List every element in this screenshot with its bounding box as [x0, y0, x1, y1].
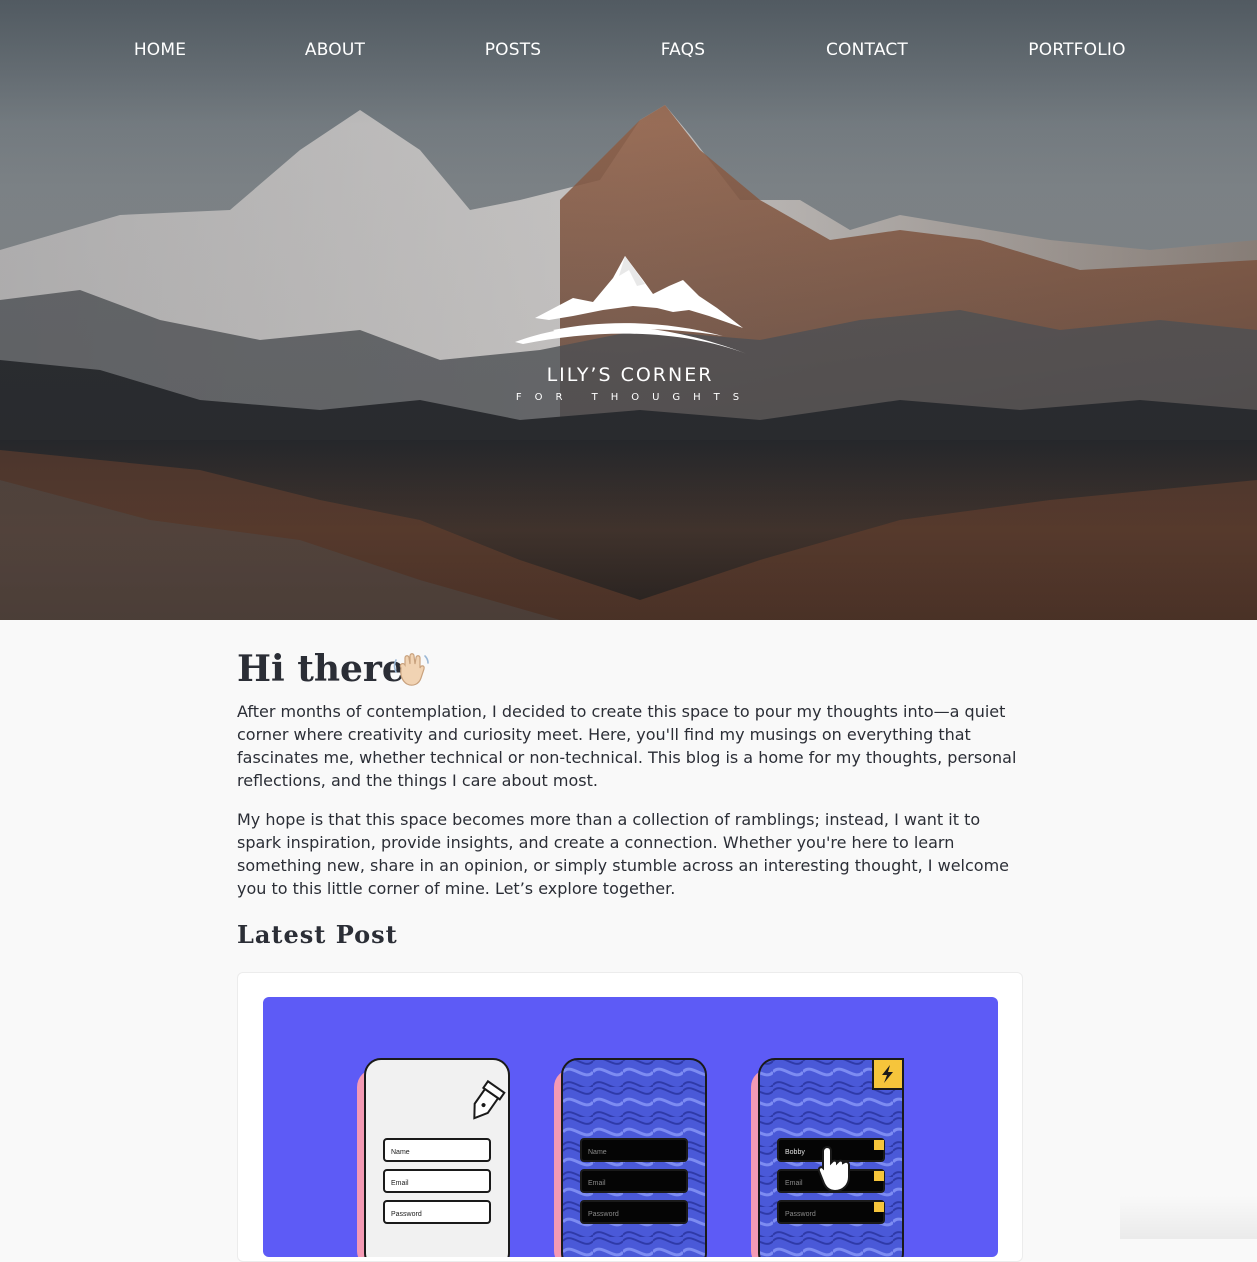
waving-hand-icon [393, 653, 429, 686]
phone3-field-3: Password [785, 1211, 816, 1218]
intro-paragraph-2: My hope is that this space becomes more … [237, 810, 1009, 898]
phone2-field-1: Name [588, 1149, 607, 1156]
latest-post-card[interactable]: Name Email Password Name Email Password [237, 972, 1023, 1262]
nav-portfolio[interactable]: PORTFOLIO [1028, 40, 1125, 60]
phone-mockup-3: Bobby Email Password [751, 1058, 904, 1257]
phone3-field-1: Bobby [785, 1149, 805, 1156]
phone1-field-3: Password [391, 1211, 422, 1218]
phone-mockup-1: Name Email Password [357, 1058, 510, 1257]
phone2-field-3: Password [588, 1211, 619, 1218]
phone2-field-2: Email [588, 1180, 606, 1187]
logo-title: LILY’S CORNER [546, 364, 714, 386]
logo-subtitle: FOR THOUGHTS [515, 392, 753, 403]
intro-paragraph-1: After months of contemplation, I decided… [237, 702, 1017, 790]
phone1-field-2: Email [391, 1180, 409, 1187]
phone3-field-2: Email [785, 1180, 803, 1187]
page-shadow [1120, 1195, 1257, 1239]
mountain-logo-icon [515, 256, 747, 354]
nav-home[interactable]: HOME [134, 40, 186, 60]
phone-mockup-2: Name Email Password [554, 1058, 707, 1257]
hero-banner: HOME ABOUT POSTS FAQS CONTACT PORTFOLIO … [0, 0, 1257, 620]
nav-about[interactable]: ABOUT [305, 40, 365, 60]
form-illustration: Name Email Password Name Email Password [357, 1058, 904, 1257]
nav-faqs[interactable]: FAQS [661, 40, 706, 60]
page-title: Hi there [237, 648, 405, 690]
latest-post-image[interactable]: Name Email Password Name Email Password [263, 997, 998, 1257]
site-logo[interactable]: LILY’S CORNER FOR THOUGHTS [505, 250, 755, 415]
phone1-field-1: Name [391, 1149, 410, 1156]
nav-contact[interactable]: CONTACT [826, 40, 908, 60]
main-nav: HOME ABOUT POSTS FAQS CONTACT PORTFOLIO [0, 40, 1257, 66]
latest-post-heading: Latest Post [237, 920, 398, 949]
nav-posts[interactable]: POSTS [485, 40, 542, 60]
